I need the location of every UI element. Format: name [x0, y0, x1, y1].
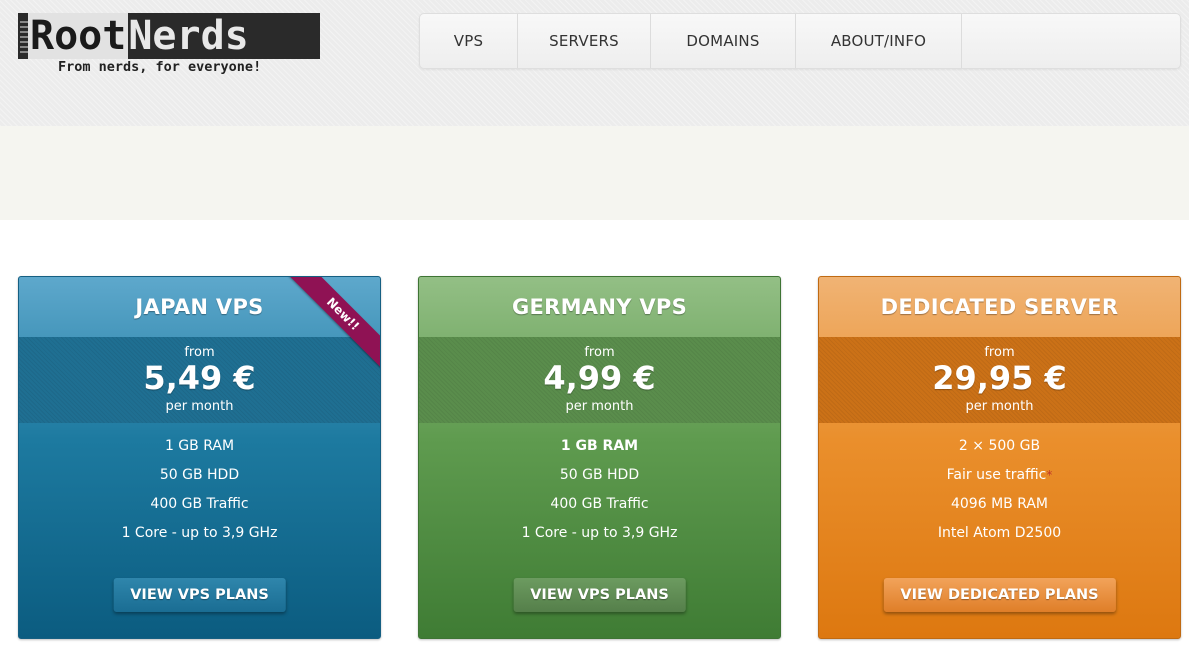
- price-period: per month: [565, 399, 634, 414]
- feature-item-fair-use: Fair use traffic*: [819, 464, 1180, 493]
- feature-item: 50 GB HDD: [559, 467, 640, 483]
- feature-item: 1 Core - up to 3,9 GHz: [121, 525, 278, 541]
- price-period: per month: [165, 399, 234, 414]
- hero-band: [0, 126, 1189, 220]
- price-period: per month: [965, 399, 1034, 414]
- footnote-asterisk: *: [1046, 468, 1053, 482]
- feature-item: 400 GB Traffic: [150, 496, 249, 512]
- feature-item: 1 GB RAM: [164, 438, 235, 454]
- plan-title: GERMANY VPS: [511, 295, 688, 319]
- feature-list: 2 × 500 GB Fair use traffic* 4096 MB RAM…: [819, 435, 1180, 551]
- feature-item: 1 GB RAM: [560, 438, 639, 454]
- feature-item: Intel Atom D2500: [937, 525, 1062, 541]
- plan-card-germany-vps: GERMANY VPS from 4,99 € per month 1 GB R…: [418, 276, 781, 639]
- nav-item-domains[interactable]: DOMAINS: [651, 14, 796, 68]
- nav-item-about-info[interactable]: ABOUT/INFO: [796, 14, 962, 68]
- view-dedicated-plans-button[interactable]: VIEW DEDICATED PLANS: [883, 578, 1116, 612]
- plan-title: DEDICATED SERVER: [880, 295, 1119, 319]
- logo-tagline: From nerds, for everyone!: [58, 59, 262, 75]
- logo-wordmark: RootNerds: [28, 13, 249, 59]
- price-band: from 4,99 € per month: [419, 337, 780, 423]
- view-vps-plans-button[interactable]: VIEW VPS PLANS: [113, 578, 286, 612]
- view-vps-plans-button[interactable]: VIEW VPS PLANS: [513, 578, 686, 612]
- logo-badge: RootNerds: [18, 13, 320, 59]
- feature-item: 4096 MB RAM: [950, 496, 1049, 512]
- logo-nerds-text: Nerds: [128, 13, 249, 59]
- plan-card-dedicated-server: DEDICATED SERVER from 29,95 € per month …: [818, 276, 1181, 639]
- price-from-label: from: [984, 345, 1015, 360]
- feature-item: 400 GB Traffic: [550, 496, 649, 512]
- site-header: RootNerds From nerds, for everyone! VPS …: [0, 0, 1189, 126]
- nav-item-vps[interactable]: VPS: [420, 14, 518, 68]
- price-value: 29,95 €: [932, 359, 1067, 397]
- feature-item: 1 Core - up to 3,9 GHz: [521, 525, 678, 541]
- price-band: from 29,95 € per month: [819, 337, 1180, 423]
- site-logo[interactable]: RootNerds From nerds, for everyone!: [18, 13, 320, 75]
- price-value: 4,99 €: [543, 359, 656, 397]
- logo-grip-decoration: [20, 19, 28, 53]
- plan-card-japan-vps: JAPAN VPS from 5,49 € per month New!! 1 …: [18, 276, 381, 639]
- feature-list: 1 GB RAM 50 GB HDD 400 GB Traffic 1 Core…: [419, 435, 780, 551]
- new-ribbon-label: New!!: [282, 277, 380, 375]
- nav-item-servers[interactable]: SERVERS: [518, 14, 651, 68]
- new-ribbon: New!!: [280, 277, 380, 377]
- feature-item: 50 GB HDD: [159, 467, 240, 483]
- feature-list: 1 GB RAM 50 GB HDD 400 GB Traffic 1 Core…: [19, 435, 380, 551]
- logo-root-text: Root: [28, 13, 129, 59]
- feature-text: Fair use traffic: [946, 467, 1047, 483]
- feature-item: 2 × 500 GB: [958, 438, 1041, 454]
- main-navigation: VPS SERVERS DOMAINS ABOUT/INFO: [419, 13, 1181, 69]
- price-from-label: from: [584, 345, 615, 360]
